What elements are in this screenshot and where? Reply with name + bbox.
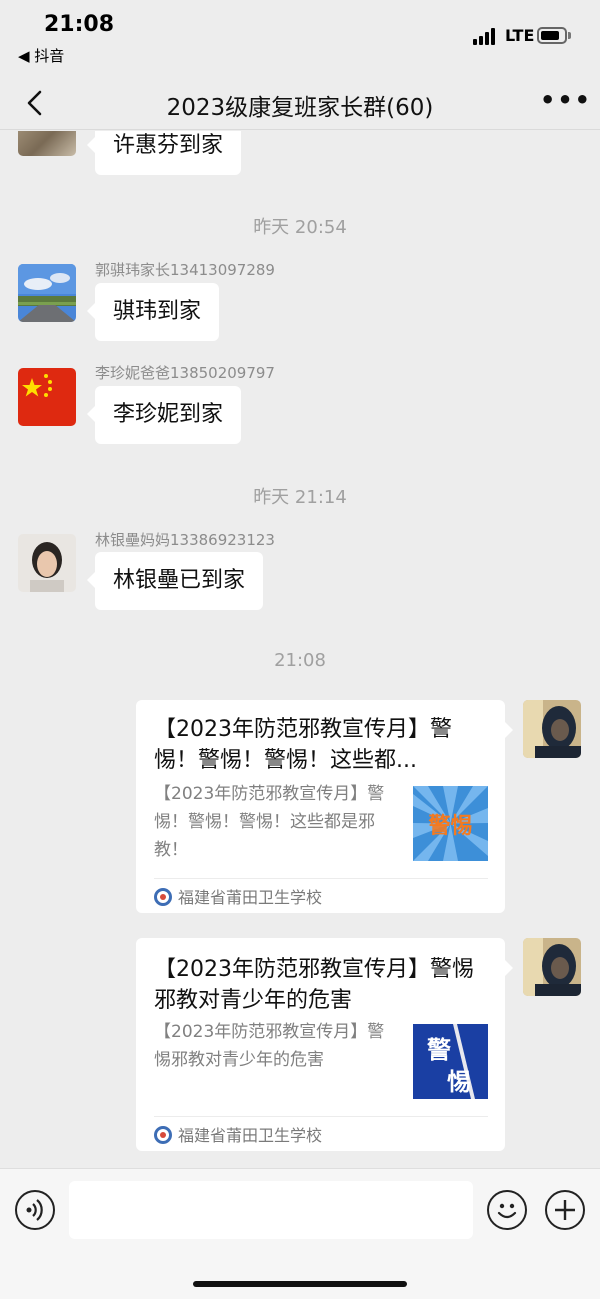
plus-icon [555, 1200, 575, 1220]
voice-input-button[interactable] [15, 1190, 55, 1230]
card-description: 【2023年防范邪教宣传月】警惕邪教对青少年的危害 [154, 1022, 385, 1070]
sender-name: 林银壘妈妈13386923123 [95, 531, 275, 549]
article-card[interactable]: 【2023年防范邪教宣传月】警惕邪教对青少年的危害 【2023年防范邪教宣传月】… [136, 938, 513, 1151]
home-indicator[interactable] [193, 1281, 407, 1287]
my-avatar[interactable] [523, 938, 581, 996]
message-bubble[interactable]: 林银壘已到家 [86, 552, 264, 610]
chat-title: 2023级康复班家长群(60) [166, 95, 434, 121]
avatar[interactable] [18, 264, 76, 322]
avatar[interactable] [18, 131, 76, 156]
thumb-text: 警惕 [427, 814, 472, 839]
voice-icon [26, 1199, 43, 1221]
card-description: 【2023年防范邪教宣传月】警惕！警惕！警惕！这些都是邪教！ [154, 784, 385, 860]
card-divider [154, 1116, 488, 1117]
svg-text:警: 警 [426, 1036, 451, 1064]
warning-thumbnail-image: 警 惕 [413, 1024, 488, 1099]
more-functions-button[interactable] [545, 1190, 585, 1230]
smiley-icon [497, 1203, 517, 1219]
avatar[interactable] [18, 368, 76, 426]
card-source: 福建省莆田卫生学校 [154, 884, 322, 908]
sender-name: 郭骐玮家长13413097289 [95, 261, 275, 279]
status-bar: 21:08 ◀ 抖音 LTE [0, 0, 600, 80]
timestamp: 昨天 20:54 [253, 217, 347, 238]
back-to-app-link[interactable]: ◀ 抖音 [18, 45, 64, 66]
school-logo-icon [154, 1126, 172, 1144]
card-source: 福建省莆田卫生学校 [154, 1122, 322, 1146]
avatar-image [523, 938, 581, 996]
message-bubble[interactable]: 李珍妮到家 [86, 386, 242, 444]
card-thumbnail: 警 惕 [413, 1024, 488, 1099]
avatar[interactable] [18, 534, 76, 592]
card-source-label: 福建省莆田卫生学校 [178, 888, 323, 907]
svg-text:惕: 惕 [447, 1068, 471, 1096]
signal-icon [473, 27, 499, 45]
card-title: 【2023年防范邪教宣传月】警惕！警惕！警惕！这些都... [154, 717, 452, 773]
article-card[interactable]: 【2023年防范邪教宣传月】警惕！警惕！警惕！这些都... 【2023年防范邪教… [136, 700, 513, 913]
my-avatar[interactable] [523, 700, 581, 758]
card-source-label: 福建省莆田卫生学校 [178, 1126, 323, 1145]
input-bar [0, 1168, 600, 1299]
network-label: LTE [505, 26, 535, 45]
status-time: 21:08 [44, 12, 115, 37]
nav-bar: 2023级康复班家长群(60) ••• [0, 78, 600, 130]
emoji-button[interactable] [487, 1190, 527, 1230]
battery-icon [537, 27, 567, 44]
avatar-image [18, 534, 76, 592]
more-button[interactable]: ••• [540, 88, 590, 114]
sender-name: 李珍妮爸爸13850209797 [95, 364, 275, 382]
timestamp: 昨天 21:14 [253, 487, 347, 508]
flag-avatar-image [18, 368, 76, 426]
chat-area[interactable]: 许惠芬到家 昨天 20:54 郭骐玮家长13413097289 骐玮到家 李珍妮… [0, 131, 600, 1168]
battery-tip [568, 32, 571, 39]
card-divider [154, 878, 488, 879]
card-thumbnail: 警惕 [413, 786, 488, 861]
message-bubble[interactable]: 骐玮到家 [86, 283, 220, 341]
warning-thumbnail-image: 警惕 [413, 786, 488, 861]
avatar-image [523, 700, 581, 758]
avatar-image [18, 264, 76, 322]
message-bubble[interactable]: 许惠芬到家 [86, 131, 242, 175]
school-logo-icon [154, 888, 172, 906]
message-input[interactable] [69, 1181, 473, 1239]
timestamp: 21:08 [274, 650, 326, 671]
card-title: 【2023年防范邪教宣传月】警惕邪教对青少年的危害 [154, 957, 474, 1013]
